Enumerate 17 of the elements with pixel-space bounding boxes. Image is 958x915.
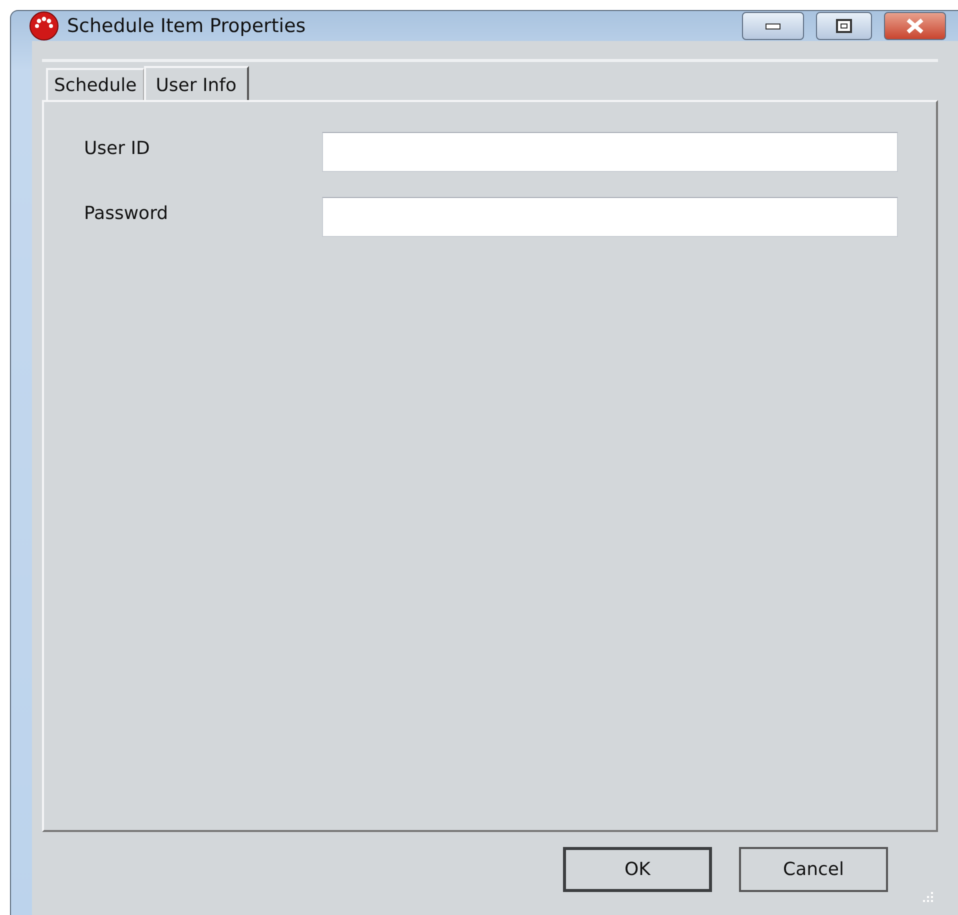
cancel-button[interactable]: Cancel [739, 847, 888, 892]
field-label: Password [84, 202, 170, 224]
tab[interactable]: Schedule [46, 68, 144, 100]
maximize-button[interactable] [816, 12, 872, 40]
window-title: Schedule Item Properties [67, 15, 307, 37]
input-field[interactable] [322, 132, 898, 172]
close-icon [905, 18, 925, 34]
field-label: User ID [84, 137, 151, 159]
input-field[interactable] [322, 197, 898, 237]
tab[interactable]: User Info [144, 66, 249, 102]
resize-grip-icon[interactable] [922, 891, 934, 903]
close-button[interactable] [884, 12, 946, 40]
ok-button[interactable]: OK [563, 847, 712, 892]
restore-icon [836, 19, 852, 33]
minimize-icon [765, 22, 781, 30]
app-logo-icon [29, 11, 59, 41]
minimize-button[interactable] [742, 12, 804, 40]
